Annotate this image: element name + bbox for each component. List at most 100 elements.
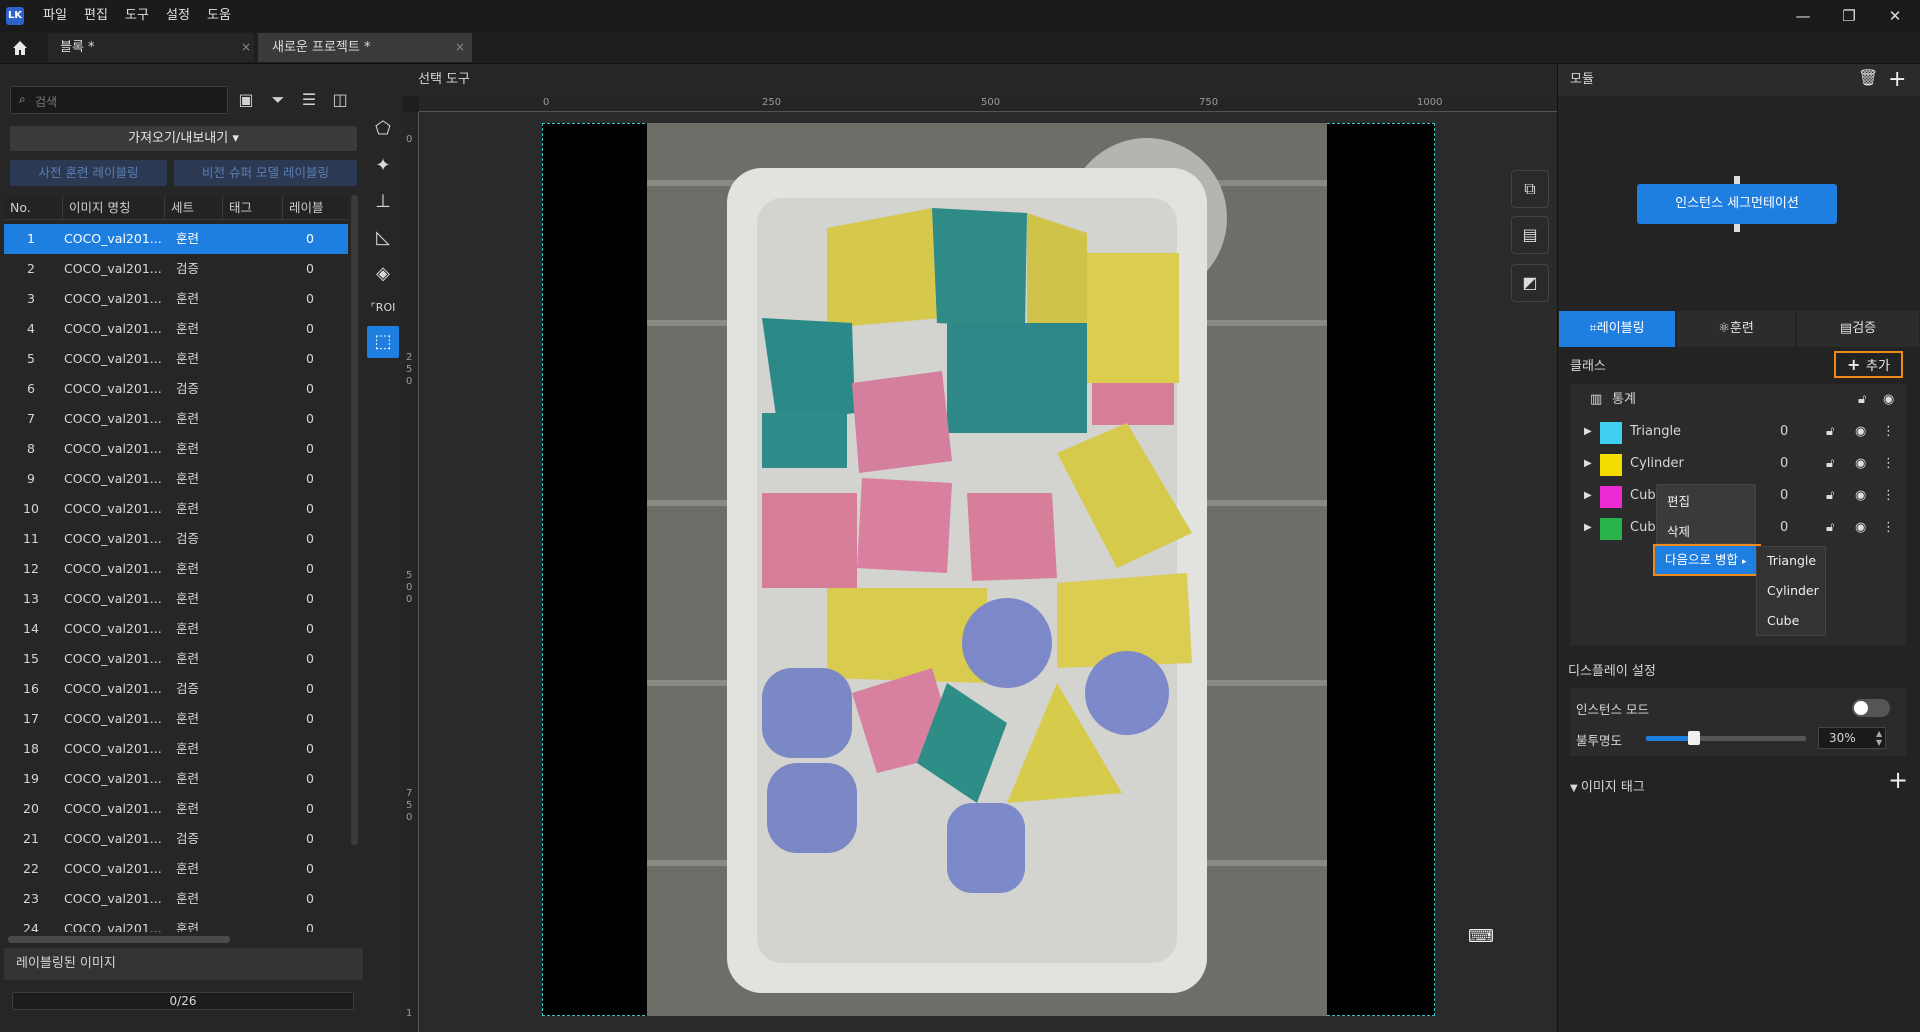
table-row[interactable]: 2 COCO_val201... 검증 0	[4, 254, 348, 284]
table-row[interactable]: 17 COCO_val201... 훈련 0	[4, 704, 348, 734]
class-row[interactable]: ▶ Triangle 0 🔓︎ ◉ ⋮	[1570, 416, 1906, 448]
table-row[interactable]: 15 COCO_val201... 훈련 0	[4, 644, 348, 674]
restore-button[interactable]: ❐	[1826, 0, 1872, 32]
tab-training[interactable]: ⚛훈련	[1677, 311, 1795, 347]
merge-target-cylinder[interactable]: Cylinder	[1767, 583, 1819, 598]
minimize-button[interactable]: —	[1780, 0, 1826, 32]
merge-target-cube[interactable]: Cube	[1767, 613, 1799, 628]
menu-tools[interactable]: 도구	[125, 0, 149, 32]
menu-settings[interactable]: 설정	[166, 0, 190, 32]
tab-validation[interactable]: ▤검증	[1797, 311, 1919, 347]
ctx-delete[interactable]: 삭제	[1667, 521, 1690, 540]
eraser-icon[interactable]: ◈	[367, 258, 399, 290]
supermodel-labeling-button[interactable]: 비전 슈퍼 모델 레이블링	[174, 160, 357, 186]
mask-view-icon[interactable]: ◩	[1511, 264, 1549, 302]
lasso-tool-icon[interactable]: ◺	[367, 222, 399, 254]
table-row[interactable]: 23 COCO_val201... 훈련 0	[4, 884, 348, 914]
table-scrollbar[interactable]	[351, 195, 358, 845]
trash-icon[interactable]: 🗑	[1858, 68, 1878, 87]
eye-icon[interactable]: ◉	[1855, 480, 1866, 512]
table-row[interactable]: 22 COCO_val201... 훈련 0	[4, 854, 348, 884]
stamp-tool-icon[interactable]: ⊥	[367, 186, 399, 218]
table-row[interactable]: 6 COCO_val201... 검증 0	[4, 374, 348, 404]
close-window-button[interactable]: ✕	[1872, 0, 1918, 32]
ctx-merge-into[interactable]: 다음으로 병합 ▸	[1653, 544, 1761, 576]
merge-target-triangle[interactable]: Triangle	[1767, 553, 1816, 568]
opacity-slider-handle[interactable]	[1688, 731, 1700, 745]
sample-image[interactable]	[647, 123, 1327, 1016]
tab-blocks-close[interactable]: ×	[241, 33, 251, 62]
table-row[interactable]: 5 COCO_val201... 훈련 0	[4, 344, 348, 374]
class-color-swatch[interactable]	[1600, 454, 1622, 476]
eye-icon[interactable]: ◉	[1883, 384, 1894, 416]
import-export-button[interactable]: 가져오기/내보내기 ▾	[10, 126, 357, 151]
pretrain-labeling-button[interactable]: 사전 훈련 레이블링	[10, 160, 167, 186]
lock-icon[interactable]: 🔓︎	[1858, 384, 1866, 416]
menu-file[interactable]: 파일	[43, 0, 67, 32]
selection-tool-icon[interactable]: ⬚	[367, 326, 399, 358]
col-no[interactable]: No.	[4, 196, 52, 220]
home-icon[interactable]	[10, 38, 30, 58]
filter-icon[interactable]: ⏷	[266, 88, 290, 112]
instance-segmentation-node[interactable]: 인스턴스 세그먼테이션	[1637, 184, 1837, 224]
stats-row[interactable]: ▥ 통계 🔓︎ ◉	[1570, 384, 1906, 416]
menu-edit[interactable]: 편집	[84, 0, 108, 32]
more-options-icon[interactable]: ⋮	[1882, 448, 1895, 480]
eye-icon[interactable]: ◉	[1855, 416, 1866, 448]
table-row[interactable]: 3 COCO_val201... 훈련 0	[4, 284, 348, 314]
table-row[interactable]: 12 COCO_val201... 훈련 0	[4, 554, 348, 584]
col-set[interactable]: 세트	[164, 196, 212, 220]
roi-tool-icon[interactable]: ⌜ROI	[367, 292, 399, 324]
table-row[interactable]: 4 COCO_val201... 훈련 0	[4, 314, 348, 344]
keyboard-icon[interactable]: ⌨	[1460, 916, 1502, 958]
more-options-icon[interactable]: ⋮	[1882, 480, 1895, 512]
ctx-edit[interactable]: 편집	[1667, 491, 1690, 510]
table-row[interactable]: 20 COCO_val201... 훈련 0	[4, 794, 348, 824]
table-row[interactable]: 7 COCO_val201... 훈련 0	[4, 404, 348, 434]
class-color-swatch[interactable]	[1600, 486, 1622, 508]
image-tag-header[interactable]: ▼ 이미지 태그	[1570, 776, 1645, 795]
class-color-swatch[interactable]	[1600, 518, 1622, 540]
class-row[interactable]: ▶ Cylinder 0 🔓︎ ◉ ⋮	[1570, 448, 1906, 480]
lock-icon[interactable]: 🔓︎	[1826, 512, 1834, 544]
table-row[interactable]: 8 COCO_val201... 훈련 0	[4, 434, 348, 464]
camera-icon[interactable]: ◫	[328, 88, 352, 112]
add-class-button[interactable]: + 추가	[1834, 351, 1903, 378]
table-row[interactable]: 11 COCO_val201... 검증 0	[4, 524, 348, 554]
expand-arrow-icon[interactable]: ▶	[1584, 512, 1592, 544]
table-row[interactable]: 19 COCO_val201... 훈련 0	[4, 764, 348, 794]
table-row[interactable]: 18 COCO_val201... 훈련 0	[4, 734, 348, 764]
eye-icon[interactable]: ◉	[1855, 448, 1866, 480]
table-row[interactable]: 1 COCO_val201... 훈련 0	[4, 224, 348, 254]
expand-arrow-icon[interactable]: ▶	[1584, 448, 1592, 480]
col-tag[interactable]: 태그	[222, 196, 270, 220]
opacity-stepper-icon[interactable]: ▲ ▼	[1876, 729, 1882, 747]
image-settings-icon[interactable]: ▣	[234, 88, 258, 112]
add-image-tag-icon[interactable]: +	[1888, 766, 1908, 794]
table-hscrollbar[interactable]	[8, 936, 230, 943]
table-row[interactable]: 9 COCO_val201... 훈련 0	[4, 464, 348, 494]
polygon-view-icon[interactable]: ⧉	[1511, 170, 1549, 208]
table-row[interactable]: 16 COCO_val201... 검증 0	[4, 674, 348, 704]
label-view-icon[interactable]: ▤	[1511, 216, 1549, 254]
list-view-icon[interactable]: ☰	[297, 88, 321, 112]
lock-icon[interactable]: 🔓︎	[1826, 416, 1834, 448]
class-color-swatch[interactable]	[1600, 422, 1622, 444]
more-options-icon[interactable]: ⋮	[1882, 512, 1895, 544]
tab-new-project-close[interactable]: ×	[455, 33, 465, 62]
table-row[interactable]: 10 COCO_val201... 훈련 0	[4, 494, 348, 524]
table-row[interactable]: 24 COCO_val201... 훈련 0	[4, 914, 348, 932]
table-row[interactable]: 14 COCO_val201... 훈련 0	[4, 614, 348, 644]
tab-labeling[interactable]: ⌗레이블링	[1559, 311, 1675, 347]
add-module-icon[interactable]: +	[1888, 64, 1906, 96]
search-input[interactable]: ⌕ 검색	[10, 86, 228, 114]
table-row[interactable]: 13 COCO_val201... 훈련 0	[4, 584, 348, 614]
col-labels[interactable]: 레이블	[282, 196, 342, 220]
expand-arrow-icon[interactable]: ▶	[1584, 416, 1592, 448]
eye-icon[interactable]: ◉	[1855, 512, 1866, 544]
col-image-name[interactable]: 이미지 명칭	[62, 196, 154, 220]
polygon-tool-icon[interactable]: ⬠	[367, 113, 399, 145]
more-options-icon[interactable]: ⋮	[1882, 416, 1895, 448]
lock-icon[interactable]: 🔓︎	[1826, 480, 1834, 512]
menu-help[interactable]: 도움	[207, 0, 231, 32]
